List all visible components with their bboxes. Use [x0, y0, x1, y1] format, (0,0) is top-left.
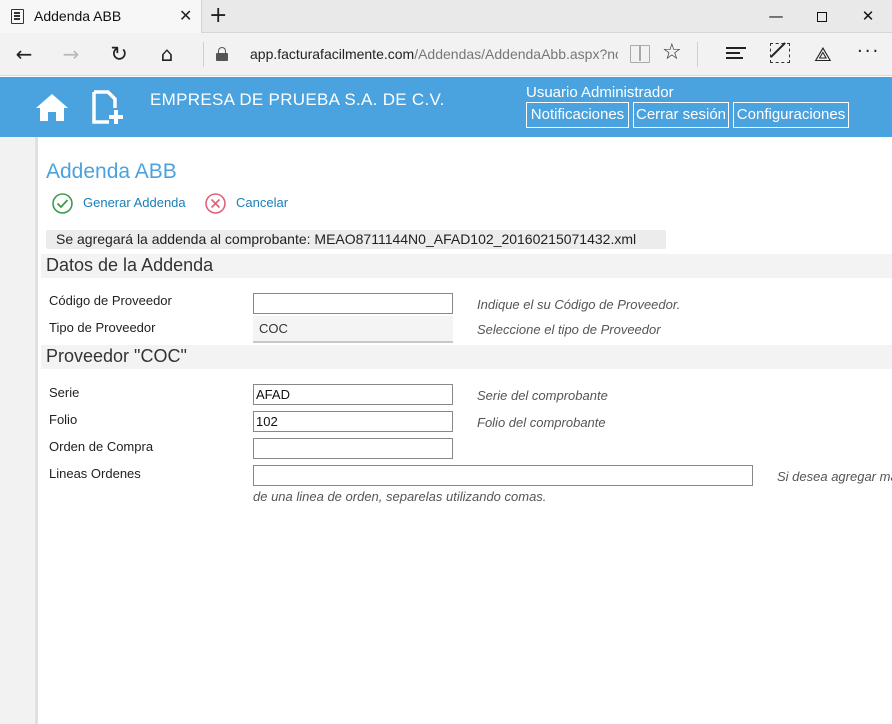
generate-addenda-label: Generar Addenda: [83, 195, 186, 210]
page-icon: [11, 9, 24, 24]
purchase-order-label: Orden de Compra: [49, 439, 154, 454]
user-name: Usuario Administrador: [526, 84, 674, 101]
section-header-addenda: Datos de la Addenda: [41, 254, 892, 278]
back-icon[interactable]: ←: [11, 41, 37, 67]
minimize-button[interactable]: —: [753, 0, 799, 33]
order-lines-hint-continued: de una linea de orden, separelas utiliza…: [253, 489, 547, 504]
close-window-button[interactable]: ✕: [845, 0, 891, 33]
page-title: Addenda ABB: [46, 160, 177, 183]
check-icon: [52, 193, 73, 214]
serie-label: Serie: [49, 385, 80, 400]
supplier-code-input[interactable]: [253, 293, 453, 314]
notice-banner: Se agregará la addenda al comprobante: M…: [46, 230, 666, 249]
main-content: Addenda ABB Generar Addenda Cancelar Se …: [41, 137, 892, 724]
home-icon[interactable]: [36, 94, 68, 121]
more-icon[interactable]: ···: [857, 41, 880, 62]
browser-nav-bar: ← → ↻ ⌂ app.facturafacilmente.com/Addend…: [0, 33, 892, 76]
lock-icon[interactable]: [216, 47, 228, 61]
folio-input[interactable]: 102: [253, 411, 453, 432]
divider: [697, 42, 698, 67]
hub-icon[interactable]: [726, 46, 746, 61]
browser-tab[interactable]: Addenda ABB ✕: [0, 0, 202, 33]
logout-button[interactable]: Cerrar sesión: [633, 102, 729, 128]
settings-button[interactable]: Configuraciones: [733, 102, 849, 128]
supplier-code-hint: Indique el su Código de Proveedor.: [477, 297, 681, 312]
refresh-icon[interactable]: ↻: [106, 41, 132, 67]
reading-view-icon[interactable]: [630, 45, 650, 63]
order-lines-hint: Si desea agregar más: [777, 469, 892, 484]
supplier-type-label: Tipo de Proveedor: [49, 320, 156, 335]
address-domain: app.facturafacilmente.com: [250, 46, 415, 62]
forward-icon[interactable]: →: [58, 41, 84, 67]
app-header: EMPRESA DE PRUEBA S.A. DE C.V. Usuario A…: [0, 77, 892, 137]
maximize-button[interactable]: [799, 0, 845, 33]
web-note-icon[interactable]: [770, 43, 790, 63]
folio-label: Folio: [49, 412, 78, 427]
supplier-type-hint: Seleccione el tipo de Proveedor: [477, 322, 661, 337]
order-lines-input[interactable]: [253, 465, 753, 486]
browser-tab-bar: Addenda ABB ✕ + — ✕: [0, 0, 892, 33]
new-tab-icon[interactable]: +: [209, 3, 227, 28]
browser-home-icon[interactable]: ⌂: [154, 41, 180, 67]
share-icon[interactable]: ⟁: [814, 42, 832, 66]
tab-title: Addenda ABB: [34, 8, 122, 24]
section-title: Datos de la Addenda: [46, 255, 214, 275]
folio-hint: Folio del comprobante: [477, 415, 606, 430]
favorite-star-icon[interactable]: ☆: [662, 40, 682, 65]
address-bar[interactable]: app.facturafacilmente.com/Addendas/Adden…: [250, 46, 618, 62]
purchase-order-input[interactable]: [253, 438, 453, 459]
section-title: Proveedor "COC": [46, 346, 187, 366]
serie-input[interactable]: AFAD: [253, 384, 453, 405]
company-name: EMPRESA DE PRUEBA S.A. DE C.V.: [150, 90, 445, 109]
divider: [203, 42, 204, 67]
close-tab-icon[interactable]: ✕: [179, 6, 192, 25]
left-sidebar: [0, 137, 38, 724]
supplier-type-select[interactable]: COC: [253, 316, 453, 343]
order-lines-label: Lineas Ordenes: [49, 466, 141, 481]
supplier-code-label: Código de Proveedor: [49, 293, 172, 308]
cancel-label: Cancelar: [236, 195, 289, 210]
cancel-x-icon: [205, 193, 226, 214]
notifications-button[interactable]: Notificaciones: [526, 102, 629, 128]
section-header-coc: Proveedor "COC": [41, 345, 892, 369]
new-document-icon[interactable]: [92, 90, 124, 124]
address-path: /Addendas/AddendaAbb.aspx?no=A: [414, 46, 618, 62]
serie-hint: Serie del comprobante: [477, 388, 608, 403]
